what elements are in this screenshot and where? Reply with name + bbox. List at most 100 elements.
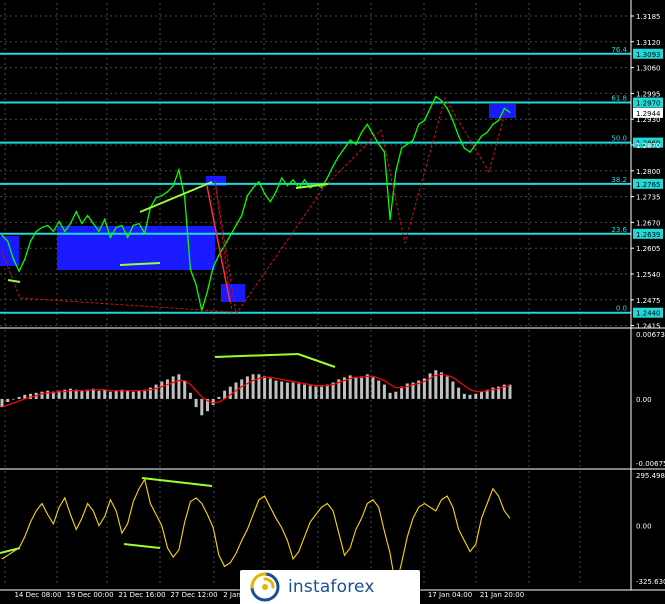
oscillator-axis-label: -325.6309: [636, 578, 665, 586]
histogram-bar: [217, 396, 221, 399]
price-point: [509, 111, 511, 114]
histogram-bar: [0, 398, 4, 408]
price-point: [126, 236, 129, 239]
instaforex-logo: instaforex: [240, 570, 420, 604]
histogram-bar: [468, 394, 472, 399]
price-point: [475, 143, 477, 145]
histogram-bar: [17, 396, 21, 399]
price-point: [246, 195, 249, 197]
price-tick-label: 1.2870: [636, 142, 661, 150]
fib-price-label: 1.2639: [636, 231, 661, 239]
price-point: [155, 197, 157, 199]
price-point: [241, 214, 243, 217]
histogram-bar: [11, 398, 15, 400]
price-point: [206, 290, 209, 292]
histogram-bar: [291, 382, 295, 399]
fib-price-label: 1.2765: [636, 181, 661, 189]
histogram-bar: [171, 376, 175, 399]
fib-ratio-label: 38.2: [611, 176, 627, 184]
price-point: [315, 183, 317, 185]
price-tick-label: 1.2735: [636, 194, 661, 202]
histogram-bar: [97, 390, 101, 399]
histogram-axis-label: -0.00675: [636, 460, 665, 468]
histogram-bar: [325, 384, 329, 399]
time-axis-label: 14 Dec 08:00: [14, 591, 61, 599]
histogram-bar: [263, 376, 267, 399]
histogram-bar: [457, 387, 461, 399]
price-point: [378, 143, 380, 145]
price-point: [69, 222, 72, 225]
histogram-bar: [308, 385, 312, 399]
price-point: [281, 177, 283, 179]
histogram-bar: [474, 393, 478, 399]
price-tick-label: 1.3060: [636, 65, 661, 73]
price-point: [292, 179, 294, 181]
price-point: [463, 147, 465, 149]
price-point: [452, 119, 454, 122]
histogram-bar: [194, 398, 198, 408]
histogram-bar: [388, 392, 392, 399]
histogram-bar: [354, 377, 358, 399]
price-point: [52, 230, 55, 233]
histogram-bar: [285, 382, 289, 399]
price-point: [18, 270, 20, 272]
price-point: [184, 197, 186, 199]
histogram-bar: [400, 386, 404, 399]
instaforex-swirl-icon: [250, 572, 280, 602]
time-axis-label: 21 Dec 16:00: [118, 591, 165, 599]
price-point: [400, 147, 403, 149]
price-point: [104, 218, 106, 221]
histogram-bar: [103, 389, 107, 399]
fib-ratio-label: 23.6: [611, 226, 627, 234]
price-point: [138, 222, 140, 225]
histogram-bar: [360, 376, 364, 399]
price-tick-label: 1.2800: [636, 168, 661, 176]
time-axis-label: 27 Dec 12:00: [170, 591, 217, 599]
price-point: [469, 151, 471, 153]
price-point: [12, 258, 15, 260]
histogram-bar: [46, 390, 50, 399]
histogram-bar: [274, 380, 278, 399]
fib-ratio-label: 76.4: [611, 46, 627, 54]
fib-price-label: 1.2970: [636, 100, 661, 108]
price-point: [178, 169, 180, 171]
price-tick-label: 1.2475: [636, 297, 661, 305]
price-point: [423, 119, 426, 122]
histogram-bar: [480, 391, 483, 399]
time-axis-label: 17 Jan 04:00: [428, 591, 472, 599]
highlight-zone: [0, 236, 19, 266]
price-point: [1, 234, 3, 237]
price-point: [497, 119, 500, 122]
price-point: [218, 254, 220, 256]
price-point: [166, 191, 169, 193]
price-point: [258, 181, 260, 183]
price-point: [24, 258, 26, 260]
price-point: [457, 135, 460, 137]
histogram-bar: [377, 380, 381, 399]
histogram-bar: [428, 373, 432, 399]
histogram-bar: [371, 377, 375, 399]
price-point: [263, 193, 266, 195]
price-point: [360, 131, 363, 133]
fib-ratio-label: 50.0: [611, 135, 627, 143]
price-point: [64, 230, 66, 233]
histogram-bar: [462, 393, 466, 399]
time-axis-label: 2 Jan: [223, 591, 240, 599]
price-point: [29, 240, 32, 242]
histogram-bar: [382, 384, 386, 399]
price-point: [81, 222, 83, 225]
histogram-bar: [314, 386, 318, 399]
price-tick-label: 1.2670: [636, 219, 661, 227]
fib-ratio-label: 61.8: [611, 95, 627, 103]
price-tick-label: 1.2605: [636, 245, 661, 253]
histogram-bar: [240, 379, 244, 399]
current-price-label: 1.2944: [636, 110, 661, 118]
price-point: [383, 151, 386, 153]
price-point: [189, 268, 192, 270]
price-point: [395, 171, 397, 173]
price-point: [98, 230, 100, 233]
histogram-bar: [80, 390, 84, 399]
price-point: [349, 139, 351, 141]
oscillator-axis-label: 0.00: [636, 523, 652, 531]
price-point: [121, 224, 123, 227]
